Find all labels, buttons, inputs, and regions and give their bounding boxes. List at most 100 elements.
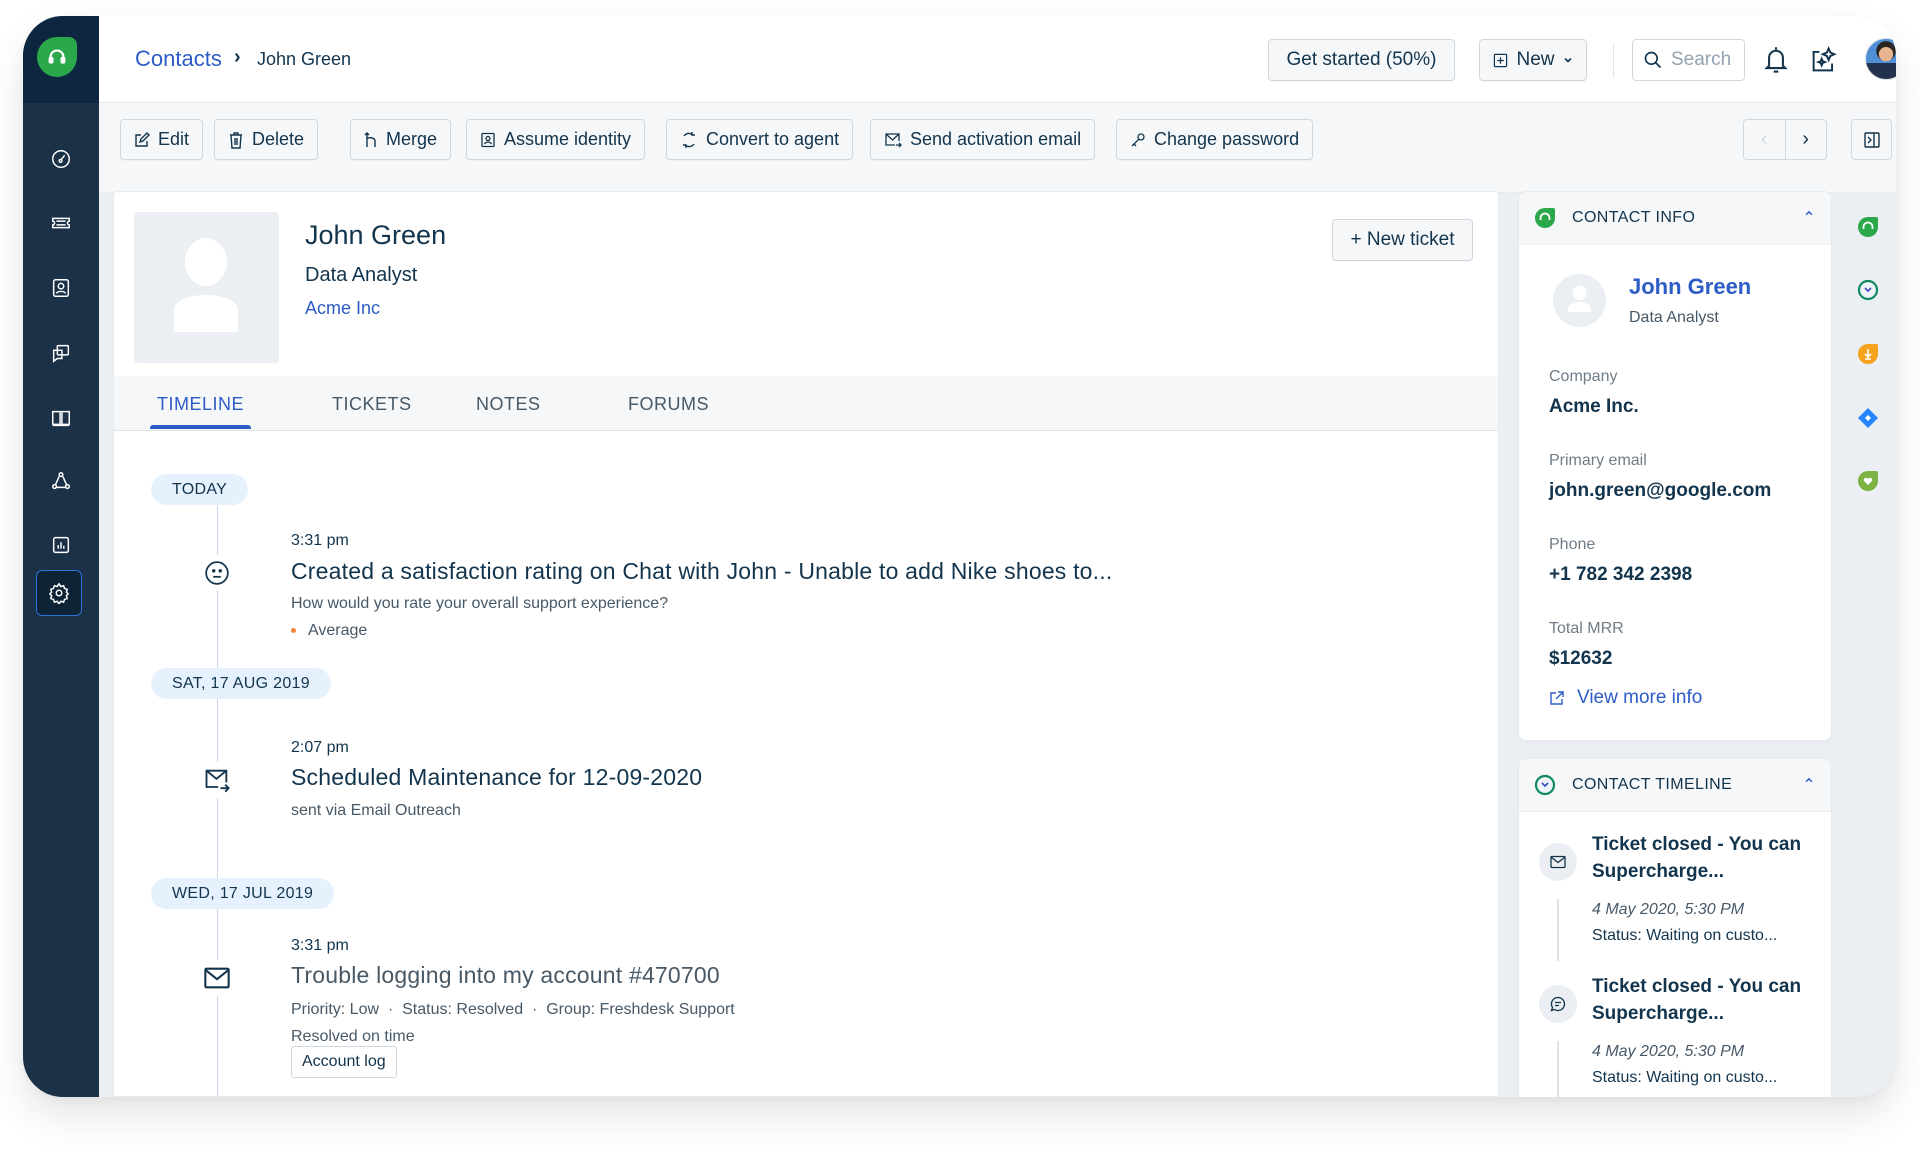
clock-app-icon[interactable] [1856, 278, 1880, 302]
notifications-button[interactable] [1759, 43, 1793, 77]
sparkle-icon [1812, 45, 1837, 72]
edit-label: Edit [158, 129, 190, 149]
phone-label: Phone [1549, 536, 1596, 553]
freshdesk-app-icon[interactable] [1856, 215, 1880, 239]
sidebar-item-admin[interactable] [36, 570, 82, 616]
contact-avatar-placeholder [134, 212, 279, 363]
event-title[interactable]: Created a satisfaction rating on Chat wi… [291, 558, 1112, 585]
side-panel-icon [1863, 131, 1880, 148]
contact-info-title: Data Analyst [1629, 309, 1719, 326]
logo-zone [23, 16, 99, 103]
collapse-chevron-icon[interactable]: ⌃ [1802, 775, 1816, 795]
contact-name: John Green [305, 220, 447, 250]
sidebar-item-reports[interactable] [42, 526, 80, 564]
gear-icon [48, 582, 70, 604]
contact-timeline-heading: CONTACT TIMELINE [1572, 776, 1733, 793]
breadcrumb-contacts-link[interactable]: Contacts [135, 46, 222, 72]
delete-button[interactable]: Delete [214, 119, 319, 160]
ai-assistant-button[interactable] [1807, 43, 1841, 77]
record-pager: ‹ › [1743, 119, 1827, 160]
contact-info-name[interactable]: John Green [1629, 274, 1751, 300]
contact-job-title: Data Analyst [305, 264, 418, 286]
contact-timeline-date: 4 May 2020, 5:30 PM [1592, 1043, 1745, 1060]
merge-label: Merge [386, 129, 438, 149]
contact-timeline-title[interactable]: Ticket closed - You can Supercharge... [1592, 831, 1817, 885]
previous-record-button[interactable]: ‹ [1744, 120, 1786, 159]
new-label: New [1516, 49, 1555, 70]
ticket-icon [52, 217, 70, 229]
header-divider [1613, 44, 1614, 78]
view-more-info-link[interactable]: View more info [1549, 687, 1702, 709]
change-password-button[interactable]: Change password [1116, 119, 1314, 160]
sidebar-item-dashboard[interactable] [42, 140, 80, 178]
tab-forums[interactable]: FORUMS [628, 394, 709, 415]
plus-box-icon [1494, 53, 1508, 67]
contact-info-avatar [1553, 274, 1606, 327]
freshdesk-app-icon [1535, 208, 1555, 228]
app-window: Contacts › John Green Get started (50%) … [23, 16, 1896, 1097]
apps-strip [1856, 191, 1896, 1097]
total-mrr-value: $12632 [1549, 648, 1613, 669]
collapse-chevron-icon[interactable]: ⌃ [1802, 208, 1816, 228]
contact-timeline-status: Status: Waiting on custo... [1592, 1069, 1778, 1086]
event-rating: Average [291, 622, 367, 640]
chevron-left-icon: ‹ [1760, 128, 1768, 150]
convert-to-agent-button[interactable]: Convert to agent [666, 119, 854, 160]
person-silhouette-icon [1568, 286, 1591, 312]
edit-button[interactable]: Edit [120, 119, 204, 160]
health-app-icon[interactable] [1856, 469, 1880, 493]
change-password-label: Change password [1154, 129, 1300, 149]
new-ticket-button[interactable]: + New ticket [1332, 219, 1473, 261]
toggle-side-panel-button[interactable] [1851, 119, 1892, 160]
merge-button[interactable]: Merge [350, 119, 452, 160]
event-sla: Resolved on time [291, 1028, 415, 1045]
contact-timeline-status: Status: Waiting on custo... [1592, 927, 1778, 944]
event-title[interactable]: Scheduled Maintenance for 12-09-2020 [291, 764, 702, 791]
sidebar-item-contacts[interactable] [42, 269, 80, 307]
trash-icon [230, 131, 242, 149]
company-label: Company [1549, 368, 1618, 385]
tab-notes[interactable]: NOTES [476, 394, 541, 415]
jira-app-icon[interactable] [1856, 406, 1880, 430]
bell-icon [1764, 47, 1788, 73]
chat-icon [1539, 985, 1577, 1023]
new-dropdown-button[interactable]: New [1479, 39, 1587, 81]
delete-label: Delete [252, 129, 305, 149]
freshdesk-logo-icon[interactable] [37, 37, 77, 77]
event-title[interactable]: Trouble logging into my account #470700 [291, 962, 720, 989]
convert-icon [683, 131, 695, 148]
sidebar-item-conversations[interactable] [42, 334, 80, 372]
send-activation-email-button[interactable]: Send activation email [870, 119, 1096, 160]
user-avatar[interactable] [1865, 38, 1896, 80]
contact-timeline-header[interactable]: CONTACT TIMELINE ⌃ [1519, 759, 1831, 812]
contact-timeline-panel: CONTACT TIMELINE ⌃ Ticket closed - You c… [1518, 758, 1832, 1097]
account-log-button[interactable]: Account log [291, 1046, 397, 1078]
rating-value: Average [308, 622, 368, 639]
next-record-button[interactable]: › [1786, 120, 1827, 159]
contact-info-panel: CONTACT INFO ⌃ John Green Data Analyst C… [1518, 191, 1832, 741]
company-value: Acme Inc. [1549, 396, 1639, 417]
tab-timeline[interactable]: TIMELINE [157, 394, 244, 415]
external-link-icon [1550, 691, 1564, 705]
assume-identity-button[interactable]: Assume identity [466, 119, 646, 160]
person-silhouette-icon [174, 238, 238, 332]
chat-bubbles-icon [52, 344, 70, 363]
contact-info-header[interactable]: CONTACT INFO ⌃ [1519, 192, 1831, 245]
contact-timeline-title[interactable]: Ticket closed - You can Supercharge... [1592, 973, 1817, 1027]
get-started-button[interactable]: Get started (50%) [1268, 39, 1455, 81]
contact-info-heading: CONTACT INFO [1572, 209, 1696, 226]
event-subtitle: sent via Email Outreach [291, 802, 461, 819]
event-meta: Priority: Low · Status: Resolved · Group… [291, 1001, 735, 1018]
date-pill-today: TODAY [151, 474, 249, 505]
contact-company-link[interactable]: Acme Inc [305, 298, 380, 319]
orange-app-icon[interactable] [1856, 342, 1880, 366]
tab-tickets[interactable]: TICKETS [332, 394, 412, 415]
sidebar-item-tickets[interactable] [42, 204, 80, 242]
merge-icon [364, 131, 376, 147]
contact-card-icon [52, 279, 70, 297]
sidebar-item-knowledge-base[interactable] [42, 399, 80, 437]
book-icon [52, 410, 70, 427]
chevron-right-icon: › [1802, 128, 1810, 150]
search-input[interactable]: Search [1632, 39, 1745, 81]
sidebar-item-community[interactable] [42, 462, 80, 500]
